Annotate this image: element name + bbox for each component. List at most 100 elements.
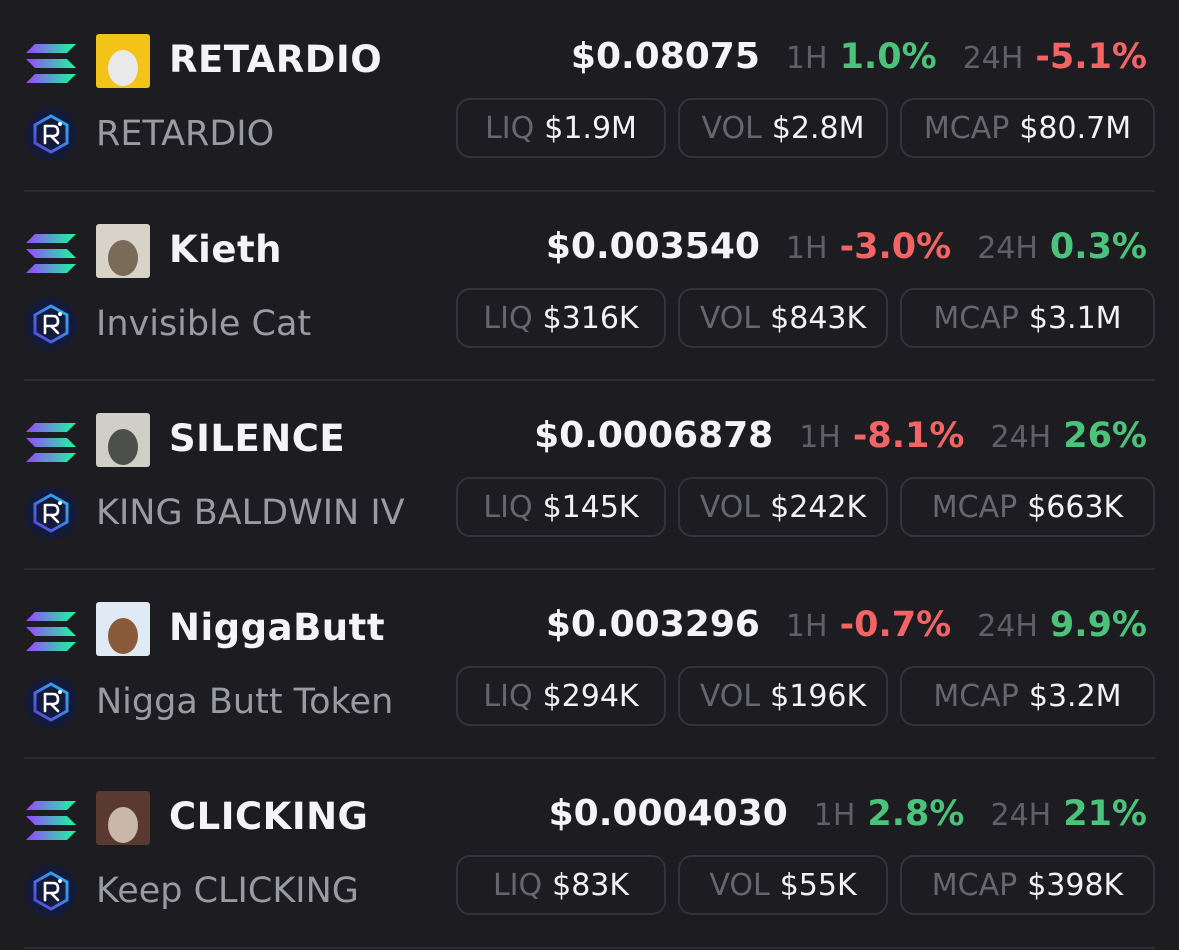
token-name: RETARDIO — [96, 114, 275, 154]
price-line: $0.08075 1H 1.0% 24H -5.1% — [571, 36, 1147, 77]
token-symbol: CLICKING — [169, 795, 369, 838]
token-price: $0.08075 — [570, 36, 760, 77]
change-24h-value: 9.9% — [1049, 605, 1147, 645]
liquidity-pill[interactable]: LIQ $83K — [456, 855, 666, 915]
price-line: $0.003540 1H -3.0% 24H 0.3% — [546, 226, 1147, 267]
liquidity-label: LIQ — [492, 867, 543, 903]
market-cap-label: MCAP — [933, 300, 1019, 336]
row-divider — [24, 568, 1155, 570]
change-24h-label: 24H — [977, 609, 1038, 644]
liquidity-value: $1.9M — [544, 110, 637, 146]
change-24h-value: 21% — [1063, 794, 1147, 834]
market-cap-label: MCAP — [931, 489, 1018, 525]
change-1h-value: 2.8% — [867, 794, 965, 834]
price-line: $0.0006878 1H -8.1% 24H 26% — [534, 415, 1147, 456]
price-line: $0.0004030 1H 2.8% 24H 21% — [549, 793, 1147, 834]
raydium-logo-icon — [24, 107, 78, 161]
liquidity-pill[interactable]: LIQ $145K — [456, 477, 666, 537]
raydium-logo-icon — [24, 864, 78, 918]
token-name: KING BALDWIN IV — [96, 493, 405, 533]
solana-logo-icon — [24, 42, 78, 86]
token-avatar — [96, 34, 150, 88]
market-cap-label: MCAP — [923, 110, 1010, 146]
volume-value: $55K — [779, 867, 857, 903]
solana-logo-icon — [24, 610, 78, 654]
volume-pill[interactable]: VOL $242K — [678, 477, 888, 537]
change-1h-label: 1H — [785, 231, 828, 266]
market-cap-pill[interactable]: MCAP $663K — [900, 477, 1155, 537]
volume-value: $196K — [770, 678, 867, 714]
market-cap-value: $3.2M — [1028, 678, 1122, 714]
solana-logo-icon — [24, 232, 78, 276]
volume-label: VOL — [699, 300, 761, 336]
volume-label: VOL — [699, 489, 761, 525]
raydium-logo-icon — [24, 486, 78, 540]
liquidity-value: $145K — [542, 489, 639, 525]
token-row[interactable]: CLICKING Keep CLICKING $0.0004030 1H 2.8% 24H… — [0, 757, 1179, 946]
token-row[interactable]: Kieth Invisible Cat $0.003540 1H -3.0% 24H 0.3… — [0, 190, 1179, 379]
token-list: RETARDIO RETARDIO $0.08075 1H 1.0% 24H -5.1% LI… — [0, 0, 1179, 950]
token-name: Nigga Butt Token — [96, 682, 394, 722]
change-24h-label: 24H — [962, 41, 1024, 76]
row-divider — [24, 947, 1155, 949]
token-row[interactable]: RETARDIO RETARDIO $0.08075 1H 1.0% 24H -5.1% LI… — [0, 0, 1179, 189]
token-symbol: NiggaButt — [169, 606, 386, 649]
change-24h-label: 24H — [990, 420, 1052, 455]
change-1h-label: 1H — [813, 798, 856, 833]
token-avatar — [96, 602, 150, 656]
token-price: $0.003296 — [545, 604, 760, 645]
market-cap-label: MCAP — [931, 867, 1018, 903]
change-24h-label: 24H — [977, 231, 1038, 266]
market-cap-value: $80.7M — [1019, 110, 1132, 146]
volume-pill[interactable]: VOL $55K — [678, 855, 888, 915]
token-avatar — [96, 224, 150, 278]
volume-value: $242K — [770, 489, 867, 525]
liquidity-value: $294K — [542, 678, 639, 714]
change-1h-value: -8.1% — [852, 416, 965, 456]
row-divider — [24, 190, 1155, 192]
volume-value: $843K — [770, 300, 867, 336]
volume-pill[interactable]: VOL $196K — [678, 666, 888, 726]
liquidity-pill[interactable]: LIQ $294K — [456, 666, 666, 726]
token-avatar — [96, 791, 150, 845]
market-cap-pill[interactable]: MCAP $3.2M — [900, 666, 1155, 726]
token-row[interactable]: NiggaButt Nigga Butt Token $0.003296 1H -0.7… — [0, 568, 1179, 757]
volume-label: VOL — [709, 867, 770, 903]
token-symbol: Kieth — [169, 228, 282, 271]
volume-label: VOL — [701, 110, 762, 146]
liquidity-value: $83K — [552, 867, 630, 903]
liquidity-label: LIQ — [485, 110, 535, 146]
change-24h-label: 24H — [990, 798, 1052, 833]
market-cap-pill[interactable]: MCAP $80.7M — [900, 98, 1155, 158]
token-price: $0.003540 — [545, 226, 760, 267]
volume-pill[interactable]: VOL $2.8M — [678, 98, 888, 158]
market-cap-pill[interactable]: MCAP $3.1M — [900, 288, 1155, 348]
market-cap-value: $663K — [1027, 489, 1124, 525]
change-24h-value: -5.1% — [1035, 37, 1147, 77]
volume-value: $2.8M — [771, 110, 865, 146]
token-name: Keep CLICKING — [96, 871, 359, 911]
raydium-logo-icon — [24, 297, 78, 351]
token-name: Invisible Cat — [96, 304, 312, 344]
change-1h-label: 1H — [799, 420, 841, 455]
token-avatar — [96, 413, 150, 467]
raydium-logo-icon — [24, 675, 78, 729]
market-cap-pill[interactable]: MCAP $398K — [900, 855, 1155, 915]
token-symbol: RETARDIO — [169, 38, 383, 81]
liquidity-pill[interactable]: LIQ $316K — [456, 288, 666, 348]
liquidity-pill[interactable]: LIQ $1.9M — [456, 98, 666, 158]
change-1h-label: 1H — [785, 41, 828, 76]
row-divider — [24, 757, 1155, 759]
market-cap-value: $398K — [1027, 867, 1124, 903]
volume-pill[interactable]: VOL $843K — [678, 288, 888, 348]
change-1h-value: -3.0% — [839, 227, 952, 267]
liquidity-label: LIQ — [483, 300, 533, 336]
market-cap-label: MCAP — [933, 678, 1019, 714]
change-24h-value: 26% — [1063, 416, 1147, 456]
solana-logo-icon — [24, 799, 78, 843]
token-row[interactable]: SILENCE KING BALDWIN IV $0.0006878 1H -8.1% 2… — [0, 379, 1179, 568]
liquidity-label: LIQ — [483, 489, 533, 525]
liquidity-value: $316K — [542, 300, 639, 336]
token-price: $0.0004030 — [548, 793, 788, 834]
change-1h-label: 1H — [785, 609, 828, 644]
